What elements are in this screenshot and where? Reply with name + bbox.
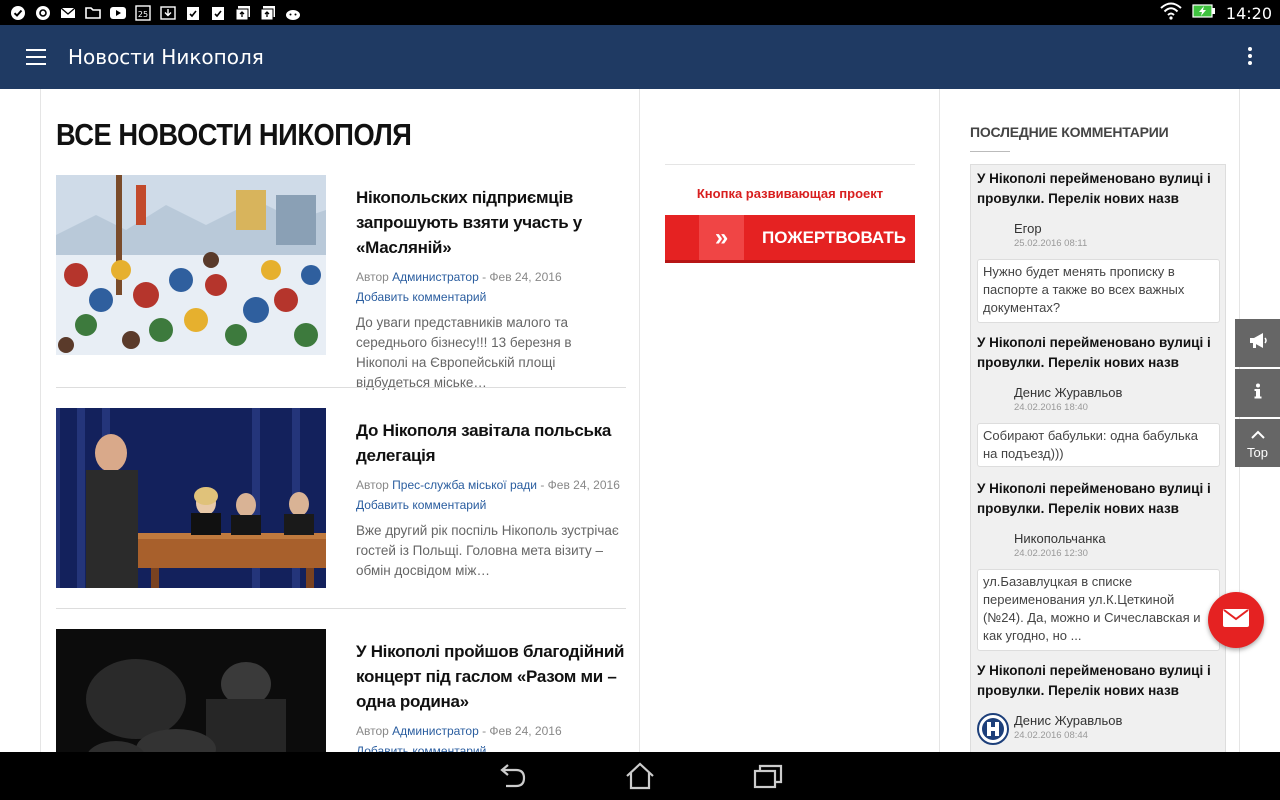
divider	[56, 387, 626, 388]
app-title: Новости Никополя	[68, 45, 264, 69]
comment-date: 24.02.2016 12:30	[1014, 548, 1088, 559]
check-circle-icon	[9, 4, 26, 21]
article-title[interactable]: До Нікополя завітала польська делегація	[356, 418, 626, 468]
article-title[interactable]: У Нікополі пройшов благодійний концерт п…	[356, 639, 626, 714]
article-image-maslenitsa[interactable]	[56, 175, 326, 355]
double-chevron-right-icon: »	[699, 215, 744, 260]
recent-comments-list: У Нікополі перейменовано вулиці і провул…	[970, 164, 1226, 752]
avatar	[977, 713, 1009, 745]
comment-date: 25.02.2016 08:11	[1014, 238, 1088, 249]
project-label: Кнопка развивающая проект	[696, 186, 884, 201]
comment-post-title[interactable]: У Нікополі перейменовано вулиці і провул…	[977, 169, 1217, 209]
megaphone-icon	[1248, 332, 1268, 355]
comment-text[interactable]: ул.Базавлуцкая в списке переименования у…	[977, 569, 1220, 651]
home-icon[interactable]	[624, 762, 656, 790]
article-text: У Нікополі пройшов благодійний концерт п…	[356, 639, 626, 752]
donate-button[interactable]: » ПОЖЕРТВОВАТЬ	[665, 215, 915, 263]
at-sign-icon	[34, 4, 51, 21]
youtube-icon	[109, 4, 126, 21]
chevron-up-icon	[1250, 426, 1266, 444]
status-right: 14:20	[1160, 2, 1272, 25]
announcements-button[interactable]	[1235, 319, 1280, 367]
article-text: Нікопольских підприємців запрошують взят…	[356, 185, 626, 393]
calendar-day: 25	[137, 10, 147, 19]
donation-column: Кнопка развивающая проект » ПОЖЕРТВОВАТЬ	[640, 89, 940, 752]
photos-upload-icon	[259, 4, 276, 21]
comment-post-title[interactable]: У Нікополі перейменовано вулиці і провул…	[977, 479, 1217, 519]
comment-post-title[interactable]: У Нікополі перейменовано вулиці і провул…	[977, 333, 1217, 373]
article-text: До Нікополя завітала польська делегація …	[356, 418, 626, 581]
app-bar: Новости Никополя	[0, 25, 1280, 89]
meta-prefix: Автор	[356, 724, 393, 738]
comment-date: 24.02.2016 18:40	[1014, 402, 1088, 413]
add-comment-link[interactable]: Добавить комментарий	[356, 287, 626, 307]
page-title: ВСЕ НОВОСТИ НИКОПОЛЯ	[56, 117, 412, 152]
comment-author: Денис Журавльов	[1014, 713, 1123, 728]
calendar-icon: 25	[134, 4, 151, 21]
news-column: ВСЕ НОВОСТИ НИКОПОЛЯ Нікопольских підпри…	[40, 89, 640, 752]
add-comment-link[interactable]: Добавить комментарий	[356, 741, 626, 752]
author-link[interactable]: Прес-служба міської ради	[392, 478, 537, 492]
article-excerpt: До уваги представників малого та середнь…	[356, 315, 572, 390]
article-meta: Автор Прес-служба міської ради - Фев 24,…	[356, 475, 626, 495]
comment-text[interactable]: Нужно будет менять прописку в паспорте а…	[977, 259, 1220, 323]
mail-button[interactable]	[1208, 592, 1264, 648]
divider	[56, 608, 626, 609]
comments-heading: ПОСЛЕДНИЕ КОММЕНТАРИИ	[970, 124, 1169, 140]
android-debug-icon	[284, 4, 301, 21]
meta-prefix: Автор	[356, 270, 393, 284]
comment-text[interactable]: Собирают бабульки: одна бабулька на подъ…	[977, 423, 1220, 467]
info-icon	[1253, 383, 1263, 404]
donate-label: ПОЖЕРТВОВАТЬ	[762, 228, 906, 247]
navigation-bar	[0, 752, 1280, 800]
web-content: ВСЕ НОВОСТИ НИКОПОЛЯ Нікопольских підпри…	[0, 89, 1280, 752]
mail-icon	[59, 4, 76, 21]
author-link[interactable]: Администратор	[392, 270, 479, 284]
news-item: У Нікополі пройшов благодійний концерт п…	[56, 629, 626, 752]
clipboard-check-icon	[209, 4, 226, 21]
photos-upload-icon	[234, 4, 251, 21]
top-label: Top	[1247, 445, 1268, 460]
status-bar: 25 14:20	[0, 0, 1280, 25]
article-meta: Автор Администратор - Фев 24, 2016	[356, 721, 626, 741]
divider	[970, 151, 1010, 152]
comment-author: Никопольчанка	[1014, 531, 1106, 546]
scroll-top-button[interactable]: Top	[1235, 419, 1280, 467]
comment-post-title[interactable]: У Нікополі перейменовано вулиці і провул…	[977, 661, 1217, 701]
add-comment-link[interactable]: Добавить комментарий	[356, 495, 626, 515]
meta-prefix: Автор	[356, 478, 393, 492]
recent-apps-icon[interactable]	[752, 762, 784, 790]
battery-charging-icon	[1192, 3, 1216, 24]
comment-date: 24.02.2016 08:44	[1014, 730, 1088, 741]
article-meta: Автор Администратор - Фев 24, 2016	[356, 267, 626, 287]
news-item: Нікопольских підприємців запрошують взят…	[56, 175, 626, 390]
article-date: - Фев 24, 2016	[478, 270, 562, 284]
article-date: - Фев 24, 2016	[478, 724, 562, 738]
article-title[interactable]: Нікопольских підприємців запрошують взят…	[356, 185, 626, 260]
article-excerpt: Вже другий рік поспіль Нікополь зустріча…	[356, 523, 619, 578]
clock: 14:20	[1225, 4, 1272, 23]
notification-icons: 25	[9, 4, 301, 21]
news-item: До Нікополя завітала польська делегація …	[56, 408, 626, 588]
envelope-icon	[1223, 608, 1249, 632]
author-link[interactable]: Администратор	[392, 724, 479, 738]
download-icon	[159, 4, 176, 21]
wifi-icon	[1160, 2, 1182, 25]
more-options-icon[interactable]	[1240, 47, 1260, 67]
article-image-delegation[interactable]	[56, 408, 326, 588]
article-image-concert[interactable]	[56, 629, 326, 752]
menu-icon[interactable]	[26, 49, 46, 65]
info-button[interactable]	[1235, 369, 1280, 417]
clipboard-check-icon	[184, 4, 201, 21]
comment-author: Денис Журавльов	[1014, 385, 1123, 400]
article-date: - Фев 24, 2016	[537, 478, 620, 492]
comment-author: Егор	[1014, 221, 1042, 236]
back-icon[interactable]	[496, 762, 528, 790]
comments-column: ПОСЛЕДНИЕ КОММЕНТАРИИ У Нікополі перейме…	[940, 89, 1240, 752]
folder-icon	[84, 4, 101, 21]
divider	[665, 164, 915, 165]
